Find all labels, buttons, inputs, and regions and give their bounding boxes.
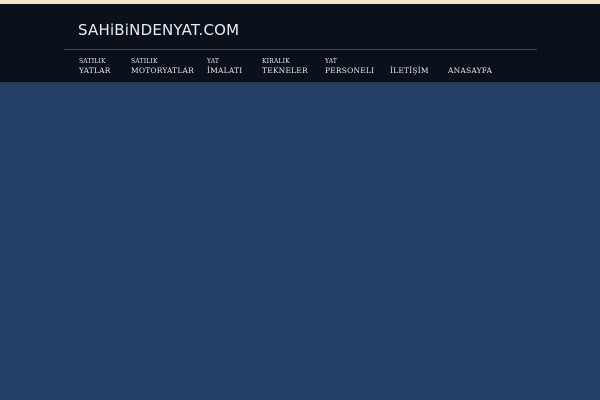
nav-item-yat-imalati[interactable]: YAT İMALATI [207,58,242,76]
nav-item-anasayfa[interactable]: ANASAYFA [448,66,492,76]
nav-item-label-bottom: TEKNELER [262,66,308,75]
nav-item-label-bottom: İMALATI [207,66,243,75]
nav-item-label-top: SATILIK [79,58,106,65]
nav-item-satilik-motoryatlar[interactable]: SATILIK MOTORYATLAR [131,58,194,76]
nav-item-label-bottom: YATLAR [79,66,111,75]
nav-item-label-bottom: MOTORYATLAR [131,66,195,75]
nav-item-label-top: YAT [325,58,338,65]
main-navigation: SATILIK YATLAR SATILIK MOTORYATLAR YAT İ… [0,0,600,82]
nav-item-label-top: KIRALIK [262,58,290,65]
nav-item-label-bottom: PERSONELI [325,66,375,75]
main-content-area [0,82,600,400]
nav-item-yat-personeli[interactable]: YAT PERSONELI [325,58,374,76]
nav-item-kiralik-tekneler[interactable]: KIRALIK TEKNELER [262,58,308,76]
nav-item-label-top: SATILIK [131,58,158,65]
nav-item-label-top: YAT [207,58,220,65]
nav-item-iletisim[interactable]: İLETİŞİM [390,66,429,76]
nav-item-satilik-yatlar[interactable]: SATILIK YATLAR [79,58,111,76]
